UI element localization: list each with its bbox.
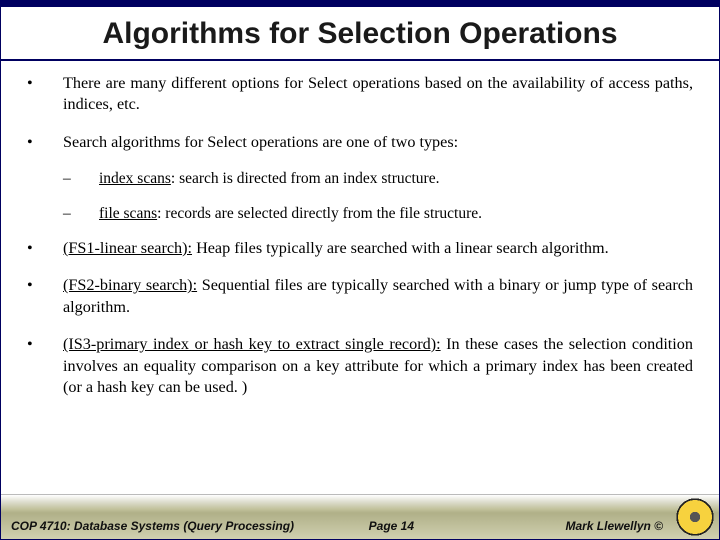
- bullet-mark: •: [27, 73, 63, 116]
- sub-bullet-text: index scans: search is directed from an …: [99, 169, 693, 189]
- bullet-text: (IS3-primary index or hash key to extrac…: [63, 334, 693, 398]
- dash-mark: –: [63, 204, 99, 224]
- logo-ring: [675, 497, 715, 537]
- bullet-rest: Heap files typically are searched with a…: [192, 239, 609, 257]
- footer-left: COP 4710: Database Systems (Query Proces…: [11, 519, 301, 533]
- bullet-5: • (IS3-primary index or hash key to extr…: [27, 334, 693, 398]
- bullet-1: • There are many different options for S…: [27, 73, 693, 116]
- label-underline: (IS3-primary index or hash key to extrac…: [63, 335, 441, 353]
- bullet-4: • (FS2-binary search): Sequential files …: [27, 275, 693, 318]
- footer-wrap: COP 4710: Database Systems (Query Proces…: [1, 494, 719, 539]
- content-area: • There are many different options for S…: [1, 61, 719, 408]
- footer-gradient: [1, 494, 719, 513]
- bullet-text: (FS1-linear search): Heap files typicall…: [63, 238, 693, 259]
- bullet-mark: •: [27, 132, 63, 153]
- dash-mark: –: [63, 169, 99, 189]
- bullet-3: • (FS1-linear search): Heap files typica…: [27, 238, 693, 259]
- label-underline: (FS1-linear search):: [63, 239, 192, 257]
- bullet-text: Search algorithms for Select operations …: [63, 132, 693, 153]
- footer: COP 4710: Database Systems (Query Proces…: [1, 513, 719, 539]
- sub-bullet-2: – file scans: records are selected direc…: [63, 204, 693, 224]
- footer-page: Page 14: [301, 519, 482, 533]
- bullet-2: • Search algorithms for Select operation…: [27, 132, 693, 153]
- bullet-text: (FS2-binary search): Sequential files ar…: [63, 275, 693, 318]
- sub-bullet-1: – index scans: search is directed from a…: [63, 169, 693, 189]
- title-area: Algorithms for Selection Operations: [1, 7, 719, 61]
- sub-rest: : search is directed from an index struc…: [171, 170, 440, 187]
- page-title: Algorithms for Selection Operations: [21, 17, 699, 51]
- sub-rest: : records are selected directly from the…: [157, 205, 482, 222]
- term-underline: file scans: [99, 205, 157, 222]
- label-underline: (FS2-binary search):: [63, 276, 197, 294]
- bullet-text: There are many different options for Sel…: [63, 73, 693, 116]
- sub-bullet-text: file scans: records are selected directl…: [99, 204, 693, 224]
- bullet-mark: •: [27, 238, 63, 259]
- slide: Algorithms for Selection Operations • Th…: [0, 0, 720, 540]
- term-underline: index scans: [99, 170, 171, 187]
- bullet-mark: •: [27, 334, 63, 398]
- bullet-mark: •: [27, 275, 63, 318]
- ucf-logo: [675, 497, 715, 537]
